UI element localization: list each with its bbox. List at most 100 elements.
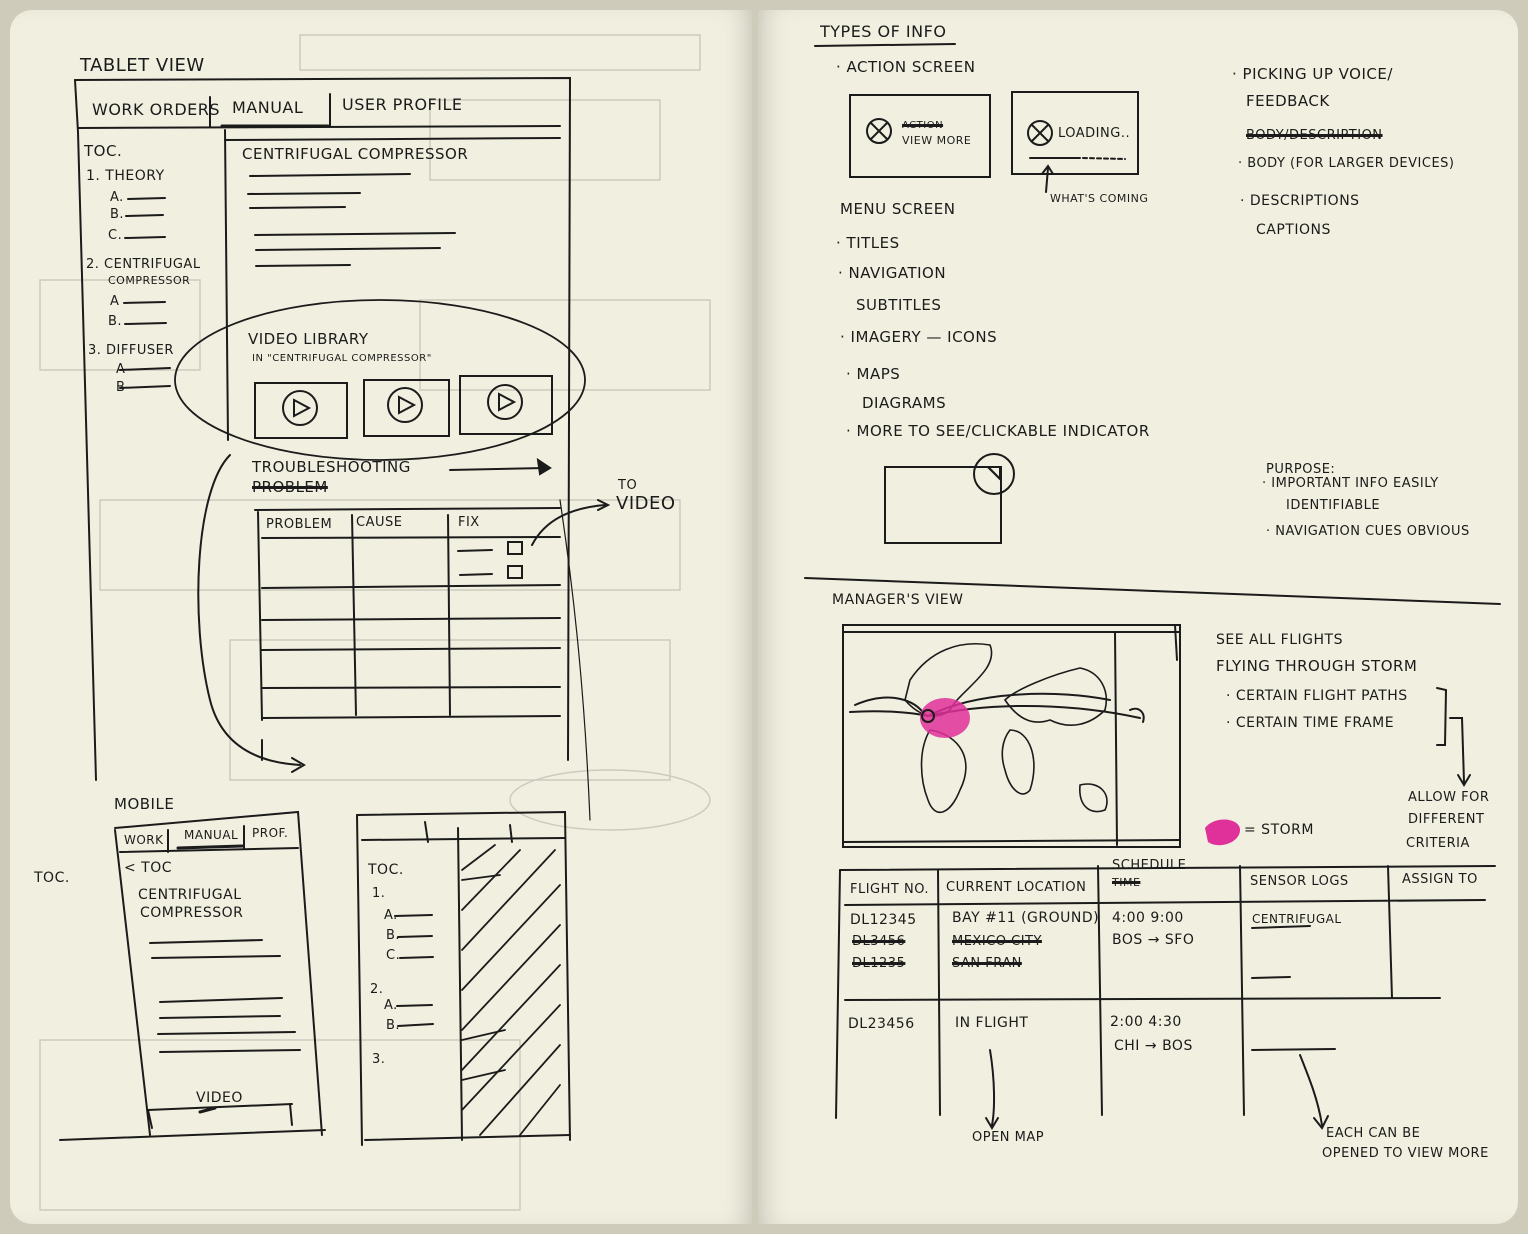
schedule-time: 2:00 4:30	[1110, 1014, 1182, 1030]
types-item: · ACTION SCREEN	[836, 58, 976, 76]
flight-table-header: SENSOR LOGS	[1250, 874, 1349, 889]
toc-item[interactable]: a	[116, 362, 125, 377]
voice-note: CAPTIONS	[1256, 222, 1331, 238]
allow-criteria-note: DIFFERENT	[1408, 812, 1485, 827]
flight-table-header: FLIGHT NO.	[850, 882, 930, 897]
mobile-content-title: CENTRIFUGAL	[138, 887, 242, 903]
toc-item[interactable]: a.	[110, 190, 124, 205]
flight-table-header: CURRENT LOCATION	[946, 880, 1087, 895]
current-location[interactable]: BAY #11 (GROUND)	[952, 910, 1099, 926]
table-header-problem: PROBLEM	[266, 517, 333, 532]
mobile-toc-item[interactable]: b.	[386, 928, 400, 943]
manager-map-sketch	[842, 624, 1181, 848]
struck-problem-label: PROBLEM	[252, 478, 328, 496]
storm-marker	[920, 698, 970, 738]
mobile-tab-manual[interactable]: MANUAL	[184, 828, 238, 842]
mobile-toc-title: TOC.	[368, 862, 404, 878]
types-item: · MORE TO SEE/CLICKABLE INDICATOR	[846, 422, 1150, 440]
loading-label: LOADING..	[1058, 126, 1131, 141]
types-item: · MAPS	[846, 365, 901, 383]
tab-work-orders[interactable]: WORK ORDERS	[92, 100, 220, 119]
location-struck: MEXICO CITY	[952, 934, 1042, 949]
sketch-lines	[39, 34, 1501, 1211]
types-item: MENU SCREEN	[840, 200, 956, 218]
toc-item[interactable]: b	[116, 380, 125, 395]
mobile-video-label[interactable]: VIDEO	[196, 1090, 243, 1106]
types-item: SUBTITLES	[856, 296, 942, 314]
voice-note-struck: BODY/DESCRIPTION	[1246, 128, 1383, 143]
mobile-tab-work[interactable]: WORK	[124, 833, 164, 847]
manager-note: SEE ALL FLIGHTS	[1216, 632, 1343, 648]
toc-item[interactable]: b.	[108, 314, 122, 329]
toc-item[interactable]: b.	[110, 207, 124, 222]
mobile-toc-item[interactable]: 3.	[372, 1052, 385, 1067]
open-map-note: OPEN MAP	[972, 1130, 1045, 1145]
toc-item: COMPRESSOR	[108, 274, 191, 287]
mobile-toc-wireframe	[356, 499, 591, 1146]
sensor-log-link[interactable]: CENTRIFUGAL	[1252, 912, 1342, 926]
action-screen-sketches	[814, 43, 1139, 544]
schedule-route: CHI → BOS	[1114, 1038, 1193, 1054]
flight-number[interactable]: DL12345	[850, 912, 917, 928]
toc-item[interactable]: 2. CENTRIFUGAL	[86, 257, 201, 272]
tab-user-profile[interactable]: USER PROFILE	[342, 95, 462, 114]
toc-item[interactable]: 1. THEORY	[86, 168, 165, 184]
ghost-pencil-traces	[39, 34, 711, 1211]
types-item: · IMAGERY — ICONS	[840, 328, 998, 346]
flight-number-struck: DL1235	[852, 956, 906, 971]
flight-number[interactable]: DL23456	[848, 1016, 915, 1032]
manager-view-title: MANAGER'S VIEW	[832, 592, 964, 608]
mobile-content-title: COMPRESSOR	[140, 905, 244, 921]
schedule-time: 4:00 9:00	[1112, 910, 1184, 926]
mobile-title: MOBILE	[114, 795, 175, 813]
toc-item[interactable]: c.	[108, 228, 122, 243]
to-video-note: VIDEO	[616, 493, 676, 514]
video-library-subtitle: IN "CENTRIFUGAL COMPRESSOR"	[252, 353, 432, 364]
manager-note: · CERTAIN TIME FRAME	[1226, 715, 1395, 731]
flight-number-struck: DL3456	[852, 934, 906, 949]
toc-item[interactable]: a	[110, 294, 119, 309]
voice-note: FEEDBACK	[1246, 92, 1330, 110]
table-header-fix: FIX	[458, 515, 480, 530]
current-location[interactable]: IN FLIGHT	[955, 1015, 1028, 1031]
flight-table-lines	[835, 865, 1496, 1130]
each-can-be-note: OPENED TO VIEW MORE	[1322, 1146, 1489, 1161]
tablet-view-title: TABLET VIEW	[80, 55, 205, 76]
video-library-title: VIDEO LIBRARY	[248, 330, 369, 348]
to-video-note: TO	[618, 478, 638, 493]
location-struck: SAN FRAN	[952, 956, 1022, 971]
back-toc-link[interactable]: < TOC	[124, 860, 172, 876]
types-of-info-title: TYPES OF INFO	[820, 22, 947, 41]
allow-criteria-note: CRITERIA	[1406, 836, 1470, 851]
types-item: · NAVIGATION	[838, 264, 947, 282]
types-item: · TITLES	[836, 234, 900, 252]
mobile-toc-item[interactable]: b.	[386, 1018, 400, 1033]
whats-coming-note: WHAT'S COMING	[1050, 192, 1149, 205]
each-can-be-note: EACH CAN BE	[1326, 1126, 1421, 1141]
mobile-toc-item[interactable]: 1.	[372, 886, 385, 901]
action-box-struck: ACTION	[902, 120, 944, 131]
mobile-toc-item[interactable]: c.	[386, 948, 400, 963]
manager-note: FLYING THROUGH STORM	[1216, 657, 1418, 675]
view-more-label[interactable]: VIEW MORE	[902, 134, 971, 147]
tab-manual[interactable]: MANUAL	[232, 98, 303, 117]
flight-table-header: SCHEDULE	[1112, 858, 1187, 873]
purpose-note: PURPOSE:	[1266, 462, 1336, 477]
types-item: DIAGRAMS	[862, 394, 947, 412]
mobile-toc-item[interactable]: 2.	[370, 982, 383, 997]
toc-side-label: TOC.	[34, 870, 70, 886]
voice-note: · BODY (FOR LARGER DEVICES)	[1238, 156, 1455, 171]
flight-table-header: ASSIGN TO	[1402, 872, 1478, 887]
storm-legend-label: = STORM	[1244, 822, 1314, 838]
table-header-cause: CAUSE	[356, 515, 403, 530]
troubleshooting-title: TROUBLESHOOTING	[252, 458, 411, 476]
mobile-toc-item[interactable]: a.	[384, 998, 398, 1013]
notes-brackets	[1436, 687, 1471, 787]
mobile-tab-profile[interactable]: PROF.	[252, 826, 288, 840]
purpose-note: · IMPORTANT INFO EASILY	[1262, 476, 1439, 491]
mobile-toc-item[interactable]: a.	[384, 908, 398, 923]
manager-note: · CERTAIN FLIGHT PATHS	[1226, 688, 1408, 704]
purpose-note: · NAVIGATION CUES OBVIOUS	[1266, 524, 1470, 539]
toc-item[interactable]: 3. DIFFUSER	[88, 343, 174, 358]
flight-table-header-struck: TIME	[1112, 876, 1141, 889]
